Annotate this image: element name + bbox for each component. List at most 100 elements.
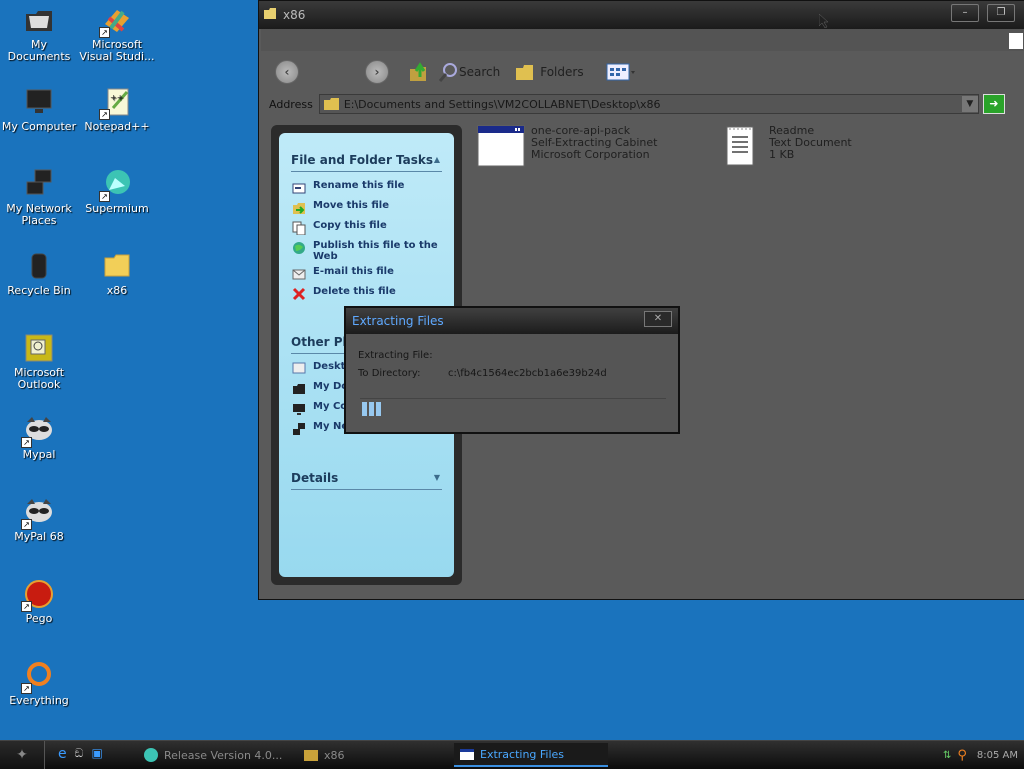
maximize-button[interactable]: ❐ (987, 4, 1015, 22)
desktop-icon-label: x86 (106, 284, 128, 297)
task-label: E-mail this file (313, 266, 394, 277)
show-desktop-icon[interactable]: ▣ (92, 746, 103, 762)
to-directory-label: To Directory: (358, 368, 421, 379)
go-arrow-icon: ➜ (989, 97, 999, 110)
copy-icon (291, 220, 307, 236)
desktop-icon-my-documents[interactable]: My Documents (0, 4, 78, 63)
back-arrow-icon: ‹ (275, 60, 299, 84)
progress-block (369, 402, 374, 416)
desktop-icon-notepadpp[interactable]: ++ ↗ Notepad++ (78, 86, 156, 133)
desktop-icon-outlook[interactable]: Microsoft Outlook (0, 332, 78, 391)
place-label: My Co (313, 401, 348, 412)
address-value: E:\Documents and Settings\VM2COLLABNET\D… (343, 97, 661, 111)
folders-label: Folders (540, 65, 584, 79)
taskbar-button-extracting[interactable]: Extracting Files (454, 743, 608, 767)
folder-icon (323, 98, 339, 110)
folder-icon (263, 7, 277, 23)
search-button[interactable]: Search (437, 61, 500, 83)
desktop-icon-label: Microsoft Outlook (13, 366, 65, 391)
address-dropdown-button[interactable]: ▼ (961, 96, 978, 112)
desktop-icon-my-computer[interactable]: My Computer (0, 86, 78, 133)
up-folder-button[interactable] (407, 61, 429, 83)
task-copy[interactable]: Copy this file (291, 220, 441, 236)
visual-studio-icon: ↗ (99, 4, 133, 38)
task-email[interactable]: E-mail this file (291, 266, 441, 282)
desktop-icon-mypal[interactable]: ↗ Mypal (0, 414, 78, 461)
file-item[interactable]: one-core-api-pack Self-Extracting Cabine… (477, 125, 657, 170)
desktop-icon-label: My Network Places (6, 202, 72, 227)
dialog-title: Extracting Files (352, 314, 444, 328)
desktop-icon-label: Supermium (85, 202, 149, 215)
progress-block (376, 402, 381, 416)
desktop-icon-x86[interactable]: x86 (78, 250, 156, 297)
file-folder-tasks-header[interactable]: File and Folder Tasks ▲ (291, 153, 442, 172)
desktop-icon-visual-studio[interactable]: ↗ Microsoft Visual Studi... (78, 4, 156, 63)
task-publish[interactable]: Publish this file to the Web (291, 240, 441, 262)
task-rename[interactable]: Rename this file (291, 180, 441, 196)
go-button[interactable]: ➜ (982, 94, 1005, 114)
back-button[interactable]: ‹ (275, 60, 299, 84)
address-label: Address (269, 97, 313, 111)
search-label: Search (459, 65, 501, 79)
tray-network-icon[interactable]: ⇅ (943, 750, 951, 761)
folders-icon (516, 65, 534, 80)
forward-button[interactable]: › (365, 60, 389, 84)
tray-search-icon[interactable]: ⚲ (957, 748, 967, 763)
task-delete[interactable]: Delete this file (291, 286, 441, 302)
taskbar-button-label: x86 (324, 748, 345, 762)
file-publisher: Microsoft Corporation (531, 148, 650, 161)
folder-docs-icon (23, 4, 55, 36)
dialog-titlebar[interactable]: Extracting Files (346, 308, 678, 334)
taskbar: ✦ e ඞ ▣ Release Version 4.0... x86 Extra… (0, 740, 1024, 769)
raccoon-icon[interactable]: ඞ (75, 746, 84, 762)
taskbar-button-x86[interactable]: x86 (298, 743, 448, 767)
explorer-titlebar[interactable]: x86 (259, 1, 1024, 29)
desktop-icon-mypal-68[interactable]: ↗ MyPal 68 (0, 496, 78, 543)
file-item[interactable]: Readme Text Document 1 KB (725, 125, 852, 170)
start-button[interactable]: ✦ (0, 741, 45, 769)
svg-text:++: ++ (110, 93, 123, 102)
desktop-icon-recycle-bin[interactable]: Recycle Bin (0, 250, 78, 297)
desktop-icon-supermium[interactable]: ↗ Supermium (78, 168, 156, 215)
forward-arrow-icon: › (365, 60, 389, 84)
windows-logo-slot (1009, 33, 1023, 49)
desktop-icon-label: Pego (25, 612, 53, 625)
browser-icon: ↗ (99, 168, 133, 202)
progress-fill (360, 399, 666, 419)
folder-docs-icon (291, 381, 307, 397)
monitor-icon (23, 86, 55, 118)
folders-button[interactable]: Folders (514, 62, 584, 82)
address-field[interactable]: E:\Documents and Settings\VM2COLLABNET\D… (318, 94, 979, 114)
dialog-close-button[interactable]: ✕ (644, 311, 672, 327)
desktop-icon-label: Mypal (22, 448, 56, 461)
delete-icon (291, 286, 307, 302)
desktop-icon-label: Notepad++ (84, 120, 150, 133)
details-header[interactable]: Details ▼ (291, 471, 442, 490)
minimize-button[interactable]: – (951, 4, 979, 22)
taskbar-button-release[interactable]: Release Version 4.0... (138, 743, 298, 767)
network-icon (23, 168, 55, 200)
place-label: My Do (313, 381, 349, 392)
task-move[interactable]: Move this file (291, 200, 441, 216)
trash-icon (23, 250, 55, 282)
desktop-icon-my-network[interactable]: My Network Places (0, 168, 78, 227)
clock[interactable]: 8:05 AM (977, 750, 1018, 761)
system-tray: ⇅ ⚲ 8:05 AM (943, 741, 1018, 769)
desktop-icon-label: My Documents (7, 38, 71, 63)
menu-bar (261, 29, 1024, 51)
up-folder-icon (410, 62, 426, 81)
window-icon (460, 748, 474, 760)
desktop-icon-pego[interactable]: ↗ Pego (0, 578, 78, 625)
desktop-icon-everything[interactable]: ↗ Everything (0, 660, 78, 707)
task-label: Copy this file (313, 220, 387, 231)
folder-icon (304, 749, 318, 761)
ie-icon[interactable]: e (58, 746, 67, 762)
views-button[interactable] (606, 62, 636, 82)
chevron-down-icon[interactable]: ▼ (434, 473, 440, 482)
progress-block (362, 402, 367, 416)
task-label: Move this file (313, 200, 389, 211)
task-label: Publish this file to the Web (313, 240, 438, 262)
chevron-up-icon[interactable]: ▲ (434, 155, 440, 164)
desktop-icon-label: MyPal 68 (14, 530, 64, 543)
desktop-icon-label: My Computer (1, 120, 77, 133)
